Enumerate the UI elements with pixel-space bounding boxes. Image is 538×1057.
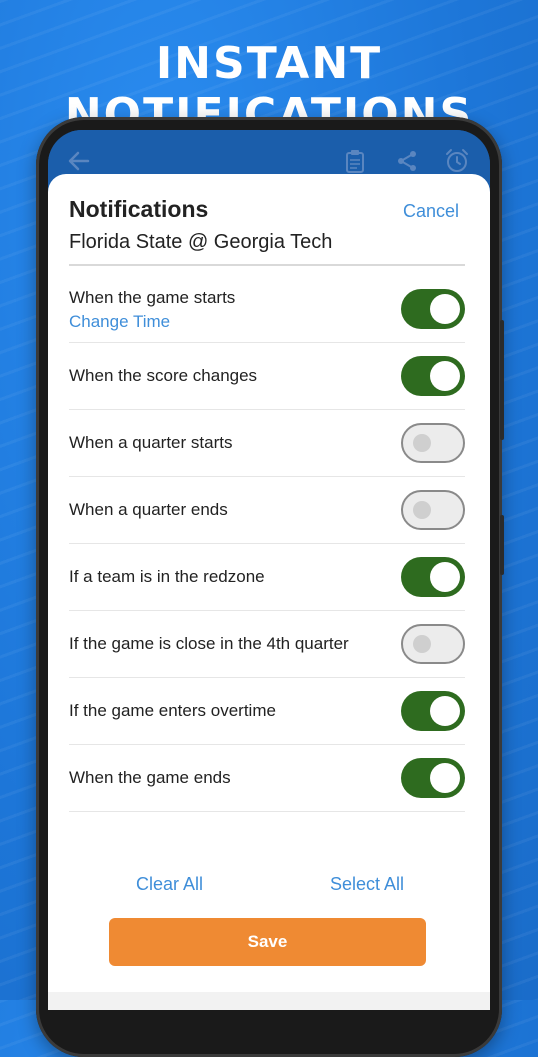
toggle-knob xyxy=(413,434,431,452)
toggle-quarter-starts[interactable] xyxy=(401,423,465,463)
toggle-redzone[interactable] xyxy=(401,557,465,597)
toggle-knob xyxy=(430,562,460,592)
toggle-close-4th-quarter[interactable] xyxy=(401,624,465,664)
toggle-knob xyxy=(430,696,460,726)
option-row-score-changes: When the score changes xyxy=(69,343,465,410)
toggle-knob xyxy=(413,501,431,519)
toggle-knob xyxy=(430,294,460,324)
cancel-button[interactable]: Cancel xyxy=(403,201,459,222)
option-row-close-4th-quarter: If the game is close in the 4th quarter xyxy=(69,611,465,678)
select-all-button[interactable]: Select All xyxy=(330,874,404,895)
phone-screen: Notifications Cancel Florida State @ Geo… xyxy=(48,130,490,1010)
option-label: When the game ends xyxy=(69,768,231,787)
share-icon[interactable] xyxy=(394,148,420,174)
toggle-game-ends[interactable] xyxy=(401,758,465,798)
toggle-knob xyxy=(430,361,460,391)
toggle-score-changes[interactable] xyxy=(401,356,465,396)
clear-all-button[interactable]: Clear All xyxy=(136,874,203,895)
option-row-game-starts: When the game starts Change Time xyxy=(69,276,465,343)
alarm-clock-icon[interactable] xyxy=(444,148,470,174)
option-row-overtime: If the game enters overtime xyxy=(69,678,465,745)
option-label: When a quarter starts xyxy=(69,433,233,452)
toggle-quarter-ends[interactable] xyxy=(401,490,465,530)
toggle-knob xyxy=(430,763,460,793)
option-label: If a team is in the redzone xyxy=(69,567,265,586)
divider xyxy=(69,264,465,266)
option-label: If the game is close in the 4th quarter xyxy=(69,634,349,653)
clipboard-icon[interactable] xyxy=(342,148,368,174)
option-label: When a quarter ends xyxy=(69,500,228,519)
option-row-game-ends: When the game ends xyxy=(69,745,465,812)
change-time-link[interactable]: Change Time xyxy=(69,312,170,332)
phone-side-button xyxy=(500,515,504,575)
sheet-title: Notifications xyxy=(69,196,209,222)
toggle-overtime[interactable] xyxy=(401,691,465,731)
option-row-quarter-ends: When a quarter ends xyxy=(69,477,465,544)
option-label: When the game starts xyxy=(69,288,236,307)
back-arrow-icon[interactable] xyxy=(66,148,92,174)
option-label: When the score changes xyxy=(69,366,258,385)
phone-side-button xyxy=(500,320,504,440)
game-matchup: Florida State @ Georgia Tech xyxy=(69,231,333,253)
option-row-redzone: If a team is in the redzone xyxy=(69,544,465,611)
save-button[interactable]: Save xyxy=(109,918,426,966)
option-label: If the game enters overtime xyxy=(69,701,276,720)
notification-options-list: When the game starts Change Time When th… xyxy=(69,276,465,812)
option-row-quarter-starts: When a quarter starts xyxy=(69,410,465,477)
toggle-game-starts[interactable] xyxy=(401,289,465,329)
toggle-knob xyxy=(413,635,431,653)
bottom-bar xyxy=(48,992,490,1010)
notifications-sheet: Notifications Cancel Florida State @ Geo… xyxy=(48,174,490,1010)
